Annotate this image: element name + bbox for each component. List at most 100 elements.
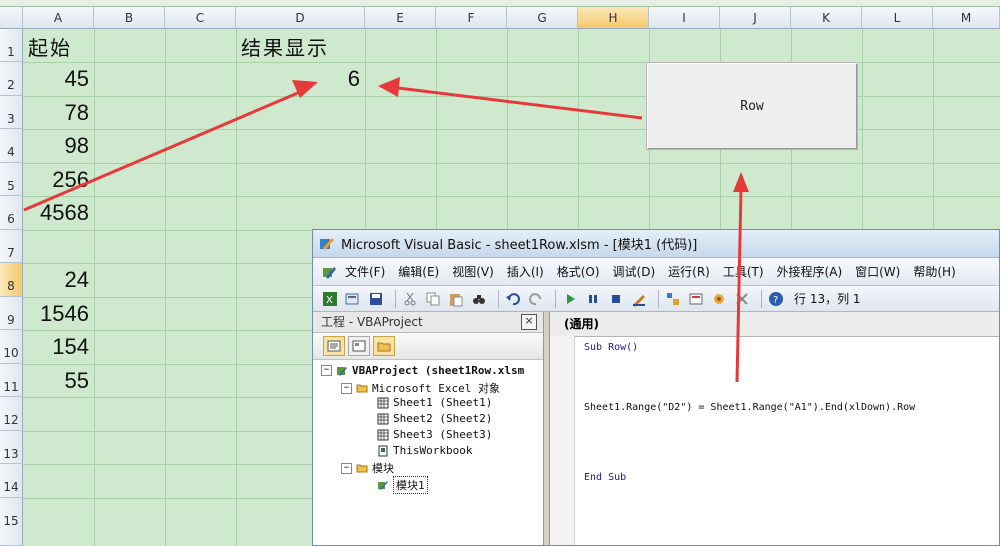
row-header-3[interactable]: 3 — [0, 96, 23, 129]
row-header-11[interactable]: 11 — [0, 364, 23, 397]
cell-a10[interactable]: 154 — [24, 334, 89, 360]
column-header-e[interactable]: E — [365, 7, 436, 29]
cell-a5[interactable]: 256 — [24, 167, 89, 193]
menu-debug[interactable]: 调试(D) — [613, 263, 656, 280]
svg-text:X: X — [326, 295, 333, 306]
save-icon[interactable] — [367, 290, 385, 308]
row-header-13[interactable]: 13 — [0, 431, 23, 464]
column-header-f[interactable]: F — [436, 7, 507, 29]
row-header-14[interactable]: 14 — [0, 464, 23, 498]
vba-title-bar[interactable]: Microsoft Visual Basic - sheet1Row.xlsm … — [313, 230, 999, 258]
break-icon[interactable] — [584, 290, 602, 308]
find-icon[interactable] — [470, 290, 488, 308]
code-line-statement[interactable]: Sheet1.Range("D2") = Sheet1.Range("A1").… — [584, 402, 915, 413]
properties-icon[interactable] — [687, 290, 705, 308]
cell-a8[interactable]: 24 — [24, 267, 89, 293]
collapse-icon[interactable]: − — [321, 365, 332, 376]
menu-run[interactable]: 运行(R) — [668, 263, 710, 280]
tree-node-module1[interactable]: 模块1 — [377, 476, 428, 494]
menu-tools[interactable]: 工具(T) — [723, 263, 764, 280]
cell-a3[interactable]: 78 — [24, 100, 89, 126]
tree-label: Sheet1 (Sheet1) — [393, 396, 493, 409]
tree-node-vbaproject[interactable]: − VBAProject (sheet1Row.xlsm — [321, 364, 524, 377]
cut-icon[interactable] — [401, 290, 419, 308]
cell-d2[interactable]: 6 — [300, 66, 360, 92]
menu-edit[interactable]: 编辑(E) — [398, 263, 439, 280]
object-dropdown[interactable]: (通用) — [550, 312, 999, 337]
close-icon[interactable]: × — [521, 314, 537, 330]
project-explorer-toolbar — [313, 333, 543, 360]
redo-icon[interactable] — [527, 290, 545, 308]
insert-module-icon[interactable] — [344, 290, 362, 308]
row-header-7[interactable]: 7 — [0, 230, 23, 263]
cell-a9[interactable]: 1546 — [24, 301, 89, 327]
menu-file[interactable]: 文件(F) — [345, 263, 385, 280]
column-header-g[interactable]: G — [507, 7, 578, 29]
row-header-2[interactable]: 2 — [0, 62, 23, 96]
row-header-6[interactable]: 6 — [0, 196, 23, 230]
menu-view[interactable]: 视图(V) — [452, 263, 494, 280]
cell-a11[interactable]: 55 — [24, 368, 89, 394]
collapse-icon[interactable]: − — [341, 462, 352, 474]
menu-window[interactable]: 窗口(W) — [855, 263, 900, 280]
row-header-1[interactable]: 1 — [0, 29, 23, 62]
column-header-l[interactable]: L — [862, 7, 933, 29]
menu-insert[interactable]: 插入(I) — [507, 263, 544, 280]
column-header-i[interactable]: I — [649, 7, 720, 29]
tree-node-sheet2[interactable]: Sheet2 (Sheet2) — [377, 412, 492, 425]
column-header-b[interactable]: B — [94, 7, 165, 29]
row-header-4[interactable]: 4 — [0, 129, 23, 163]
help-icon[interactable]: ? — [767, 290, 785, 308]
vba-app-icon — [320, 237, 334, 250]
menu-addins[interactable]: 外接程序(A) — [777, 263, 843, 280]
collapse-icon[interactable]: − — [341, 382, 352, 394]
toolbox-icon[interactable] — [733, 290, 751, 308]
design-mode-icon[interactable] — [630, 290, 648, 308]
column-header-m[interactable]: M — [933, 7, 1000, 29]
paste-icon[interactable] — [447, 290, 465, 308]
project-explorer-icon[interactable] — [664, 290, 682, 308]
copy-icon[interactable] — [424, 290, 442, 308]
row-header-12[interactable]: 12 — [0, 397, 23, 431]
column-header-c[interactable]: C — [165, 7, 236, 29]
code-line-sub[interactable]: Sub Row() — [584, 342, 638, 353]
row-header-10[interactable]: 10 — [0, 330, 23, 364]
menu-help[interactable]: 帮助(H) — [913, 263, 955, 280]
tree-node-excel-objects[interactable]: − Microsoft Excel 对象 — [341, 380, 500, 396]
tree-node-modules[interactable]: − 模块 — [341, 460, 394, 476]
code-line-end-sub[interactable]: End Sub — [584, 472, 626, 483]
row-macro-button[interactable]: Row — [646, 62, 858, 150]
tree-node-sheet1[interactable]: Sheet1 (Sheet1) — [377, 396, 492, 409]
view-code-icon[interactable] — [323, 336, 345, 356]
row-header-8[interactable]: 8 — [0, 263, 23, 297]
column-header-k[interactable]: K — [791, 7, 862, 29]
column-header-h[interactable]: H — [578, 7, 649, 29]
vba-toolbar: X ? 行 13，列 1 — [313, 286, 999, 312]
row-header-9[interactable]: 9 — [0, 297, 23, 330]
cell-a6[interactable]: 4568 — [24, 200, 89, 226]
menu-format[interactable]: 格式(O) — [557, 263, 600, 280]
run-icon[interactable] — [561, 290, 579, 308]
view-object-icon[interactable] — [348, 336, 370, 356]
row-header-15[interactable]: 15 — [0, 498, 23, 546]
reset-icon[interactable] — [607, 290, 625, 308]
toggle-folders-icon[interactable] — [373, 336, 395, 356]
cell-d1[interactable]: 结果显示 — [241, 32, 329, 61]
project-explorer-label: 工程 - VBAProject — [321, 315, 423, 329]
undo-icon[interactable] — [504, 290, 522, 308]
select-all-corner[interactable] — [0, 7, 23, 29]
column-header-j[interactable]: J — [720, 7, 791, 29]
vba-window-title: Microsoft Visual Basic - sheet1Row.xlsm … — [341, 238, 698, 253]
cell-a2[interactable]: 45 — [24, 66, 89, 92]
object-browser-icon[interactable] — [710, 290, 728, 308]
row-header-5[interactable]: 5 — [0, 163, 23, 196]
column-header-d[interactable]: D — [236, 7, 365, 29]
cell-a4[interactable]: 98 — [24, 133, 89, 159]
column-header-a[interactable]: A — [23, 7, 94, 29]
cell-a1[interactable]: 起始 — [28, 32, 72, 61]
excel-view-icon[interactable]: X — [321, 290, 339, 308]
vba-menu-icon[interactable] — [321, 264, 337, 280]
tree-node-thisworkbook[interactable]: ThisWorkbook — [377, 444, 472, 457]
tree-node-sheet3[interactable]: Sheet3 (Sheet3) — [377, 428, 492, 441]
tree-label: 模块 — [372, 462, 394, 475]
